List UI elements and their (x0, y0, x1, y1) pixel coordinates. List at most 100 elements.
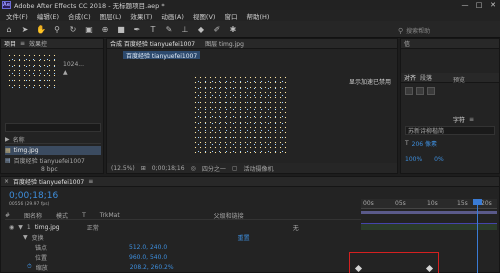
menu-window[interactable]: 窗口 (224, 11, 237, 21)
playhead-handle-icon[interactable] (473, 199, 482, 205)
selection-tool-icon[interactable]: ➤ (20, 25, 30, 34)
expand-chevron-icon[interactable]: ▼ (23, 234, 28, 241)
layer-name[interactable]: timg.jpg (35, 224, 83, 231)
table-row[interactable]: 锚点 512.0, 240.0 (31, 242, 361, 252)
help-search[interactable]: ⚲ 搜索帮助 (398, 26, 480, 36)
align-center-icon[interactable] (416, 87, 424, 95)
expand-chevron-icon[interactable]: ▼ (18, 224, 23, 231)
info-tab-label[interactable]: 信 (404, 39, 410, 48)
clone-tool-icon[interactable]: ⊥ (180, 25, 190, 34)
tab-effect-controls[interactable]: 效果控 (29, 39, 47, 48)
window-title: Adobe After Effects CC 2018 - 无标题项目.aep … (14, 2, 165, 10)
table-row[interactable]: ⏱ 缩放 208.2, 260.2% (23, 262, 361, 272)
menu-icon[interactable]: ≡ (20, 40, 25, 47)
comp-breadcrumb-label: 百度经验 tianyuefei1007 (126, 52, 198, 60)
timeline-panel: × 百度经验 tianyuefei1007 ≡ 0;00;18;16 00556… (0, 176, 500, 273)
property-value[interactable]: 960.0, 540.0 (129, 254, 167, 261)
composition-canvas[interactable] (193, 75, 288, 155)
visibility-icon[interactable]: ◉ (9, 224, 14, 231)
rotate-tool-icon[interactable]: ↻ (68, 25, 78, 34)
list-item[interactable]: ▦ timg.jpg (5, 146, 101, 155)
property-value[interactable]: 512.0, 240.0 (129, 244, 167, 251)
property-name: 位置 (35, 254, 48, 262)
tab-timeline-comp[interactable]: 百度经验 tianyuefei1007 (13, 177, 84, 186)
menu-edit[interactable]: 编辑(E) (37, 11, 59, 21)
column-trkmat: TrkMat (99, 211, 120, 219)
eraser-tool-icon[interactable]: ◆ (196, 25, 206, 34)
playhead[interactable] (477, 199, 478, 273)
menu-effect[interactable]: 效果(T) (130, 11, 152, 21)
close-icon[interactable]: × (4, 178, 9, 185)
layer-index: 1 (26, 223, 31, 231)
timecode-display[interactable]: 0;00;18;16 (9, 191, 58, 201)
column-mode: 模式 (56, 212, 69, 220)
snapshot-icon[interactable]: ◎ (191, 165, 196, 172)
rectangle-tool-icon[interactable]: ■ (116, 25, 126, 34)
pan-behind-tool-icon[interactable]: ⊕ (100, 25, 110, 34)
table-row[interactable]: ▼ 变换 重置 (19, 232, 361, 242)
close-button[interactable]: ✕ (486, 1, 500, 9)
hand-tool-icon[interactable]: ✋ (36, 25, 46, 34)
project-item-name: timg.jpg (13, 147, 39, 154)
zoom-select[interactable]: (12.5%) (111, 165, 135, 172)
project-search[interactable] (5, 123, 101, 132)
tab-layer[interactable]: 图层 timg.jpg (205, 39, 244, 48)
tab-paragraph[interactable]: 段落 (420, 73, 432, 82)
pen-tool-icon[interactable]: ✒ (132, 25, 142, 34)
menu-animation[interactable]: 动画(A) (161, 11, 184, 21)
tab-project[interactable]: 项目 (4, 39, 16, 48)
menu-view[interactable]: 视图(V) (193, 11, 216, 21)
font-size-field[interactable]: T 206 像素 (401, 139, 499, 148)
menu-icon[interactable]: ≡ (469, 116, 474, 123)
menu-help[interactable]: 帮助(H) (246, 11, 269, 21)
project-preview-thumbnail (7, 53, 59, 89)
property-value[interactable]: 208.2, 260.2% (130, 264, 174, 271)
zoom-tool-icon[interactable]: ⚲ (52, 25, 62, 34)
roto-tool-icon[interactable]: ✐ (212, 25, 222, 34)
grid-icon[interactable]: ⊞ (141, 165, 146, 172)
camera-tool-icon[interactable]: ▣ (84, 25, 94, 34)
scale-value[interactable]: 100% (405, 156, 422, 163)
region-icon[interactable]: ▢ (232, 165, 238, 172)
frame-counter: 00556 (29.97 fps) (9, 202, 50, 207)
offset-value[interactable]: 0% (434, 156, 444, 163)
align-buttons (405, 87, 435, 95)
bpc-indicator[interactable]: 8 bpc (41, 166, 58, 173)
home-icon[interactable]: ⌂ (4, 25, 14, 34)
layer-mode[interactable]: 正常 (87, 223, 99, 232)
reset-link[interactable]: 重置 (238, 233, 250, 242)
menu-file[interactable]: 文件(F) (6, 11, 28, 21)
align-right-icon[interactable] (427, 87, 435, 95)
tab-preview[interactable]: 预览 (453, 75, 465, 84)
maximize-button[interactable]: □ (472, 1, 486, 9)
property-name: 缩放 (35, 264, 48, 272)
menu-layer[interactable]: 图层(L) (100, 11, 122, 21)
layer-parent[interactable]: 无 (293, 223, 299, 232)
viewer-tabs: 合成 百度经验 tianyuefei1007 图层 timg.jpg (107, 39, 397, 49)
font-size-value[interactable]: 206 像素 (412, 139, 437, 148)
resolution-select[interactable]: 四分之一 (202, 164, 226, 173)
composition-icon: ▤ (5, 157, 11, 164)
font-select[interactable]: 苏新诗柳楷简 (405, 126, 495, 135)
composition-viewer: 合成 百度经验 tianyuefei1007 图层 timg.jpg 百度经验 … (106, 38, 398, 174)
tab-composition[interactable]: 合成 百度经验 tianyuefei1007 (110, 39, 195, 48)
column-num: # (5, 211, 11, 219)
menu-icon[interactable]: ≡ (88, 178, 93, 185)
menu-composition[interactable]: 合成(C) (68, 11, 91, 21)
brush-tool-icon[interactable]: ✎ (164, 25, 174, 34)
comp-breadcrumb[interactable]: 百度经验 tianyuefei1007 (123, 51, 201, 60)
table-row[interactable]: 位置 960.0, 540.0 (31, 252, 361, 262)
camera-select[interactable]: 活动摄像机 (244, 164, 274, 173)
stopwatch-icon[interactable]: ⏱ (27, 263, 32, 271)
minimize-button[interactable]: — (458, 1, 472, 9)
type-tool-icon[interactable]: T (148, 25, 158, 34)
align-left-icon[interactable] (405, 87, 413, 95)
search-input[interactable]: 搜索帮助 (406, 26, 430, 35)
time-display[interactable]: 0;00;18;16 (152, 165, 185, 172)
table-row[interactable]: ◉ ▼ 1 timg.jpg 正常 无 (5, 222, 361, 232)
tab-character[interactable]: 字符 (453, 115, 465, 124)
list-item[interactable]: ▤ 百度经验 tianyuefei1007 (5, 156, 101, 165)
tab-align[interactable]: 对齐 (404, 73, 416, 82)
scale-row: 100% 0% (401, 156, 499, 163)
puppet-tool-icon[interactable]: ✱ (228, 25, 238, 34)
